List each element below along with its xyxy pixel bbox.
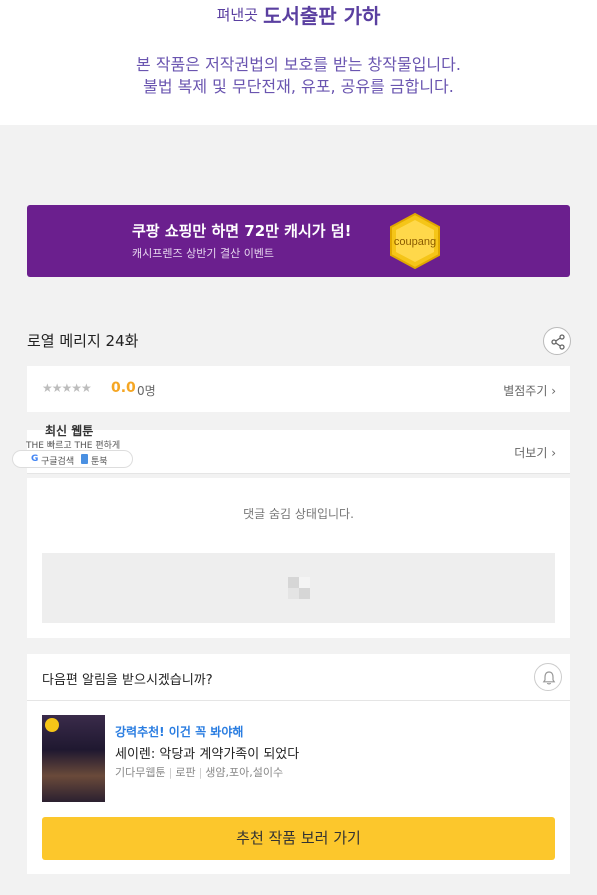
overlay-book-label[interactable]: 툰북	[91, 454, 108, 467]
publisher-prefix: 펴낸곳	[216, 6, 258, 24]
bell-icon	[542, 671, 556, 685]
publisher-line: 펴낸곳 도서출판 가하	[0, 0, 597, 29]
book-icon	[81, 454, 88, 464]
banner-title: 쿠팡 쇼핑만 하면 72만 캐시가 덤!	[132, 222, 352, 240]
recommend-cta-button[interactable]: 추천 작품 보러 가기	[42, 817, 555, 860]
banner-badge: coupang	[394, 236, 436, 248]
banner-subtitle: 캐시프렌즈 상반기 결산 이벤트	[132, 247, 275, 260]
rating-score: 0.0	[111, 380, 136, 396]
recommend-meta: 기다무웹툰 | 로판 | 생얌,포아,설이수	[115, 766, 284, 779]
copyright-line-1: 본 작품은 저작권법의 보호를 받는 창작물입니다.	[136, 55, 461, 74]
episode-title: 로열 메리지 24화	[27, 332, 139, 350]
copyright-line-2: 불법 복제 및 무단전재, 유포, 공유를 금합니다.	[143, 77, 454, 96]
overlay-google-label[interactable]: 구글검색	[41, 454, 74, 467]
clock-icon	[45, 718, 59, 732]
section-divider	[27, 700, 570, 701]
recommend-meta-item: 로판	[175, 766, 196, 779]
share-button[interactable]	[543, 327, 571, 355]
webtoon-overlay-widget[interactable]: 최신 웹툰 THE 빠르고 THE 편하게 G 구글검색 툰북	[12, 420, 137, 470]
rate-button[interactable]: 별점주기 ›	[503, 382, 556, 399]
rating-bar: ★★★★★ 0.0 0명 별점주기 ›	[27, 366, 570, 412]
copyright-notice: 본 작품은 저작권법의 보호를 받는 창작물입니다. 불법 복제 및 무단전재,…	[0, 54, 597, 98]
recommend-tag: 강력추천! 이건 꼭 봐야해	[115, 725, 244, 739]
star-icon[interactable]: ★★★★★	[42, 381, 92, 395]
overlay-search-pill[interactable]: G 구글검색 툰북	[12, 450, 133, 468]
recommend-meta-item: 생얌,포아,설이수	[205, 766, 284, 779]
notify-bell-button[interactable]	[534, 663, 562, 691]
event-banner[interactable]: 쿠팡 쇼핑만 하면 72만 캐시가 덤! 캐시프렌즈 상반기 결산 이벤트 co…	[27, 205, 570, 277]
recommend-thumbnail[interactable]	[42, 715, 105, 802]
next-episode-section: 다음편 알림을 받으시겠습니까? 강력추천! 이건 꼭 봐야해 세이렌: 악당과…	[27, 654, 570, 874]
recommend-title[interactable]: 세이렌: 악당과 계약가족이 되었다	[115, 743, 299, 762]
copyright-section: 펴낸곳 도서출판 가하 본 작품은 저작권법의 보호를 받는 창작물입니다. 불…	[0, 0, 597, 125]
comments-body: 댓글 숨김 상태입니다.	[27, 478, 570, 638]
publisher-name: 도서출판 가하	[263, 4, 381, 28]
coupang-coin-icon: coupang	[390, 212, 440, 270]
comments-hidden-message: 댓글 숨김 상태입니다.	[243, 507, 354, 521]
rating-count: 0명	[137, 384, 156, 398]
recommend-meta-item: 기다무웹툰	[115, 766, 166, 779]
ad-placeholder[interactable]	[42, 553, 555, 623]
share-icon	[551, 334, 565, 350]
google-icon: G	[31, 454, 39, 464]
comments-more-link[interactable]: 더보기 ›	[514, 444, 556, 461]
notify-question: 다음편 알림을 받으시겠습니까?	[42, 673, 213, 688]
overlay-title: 최신 웹툰	[45, 424, 94, 438]
ad-logo-icon	[288, 577, 310, 599]
